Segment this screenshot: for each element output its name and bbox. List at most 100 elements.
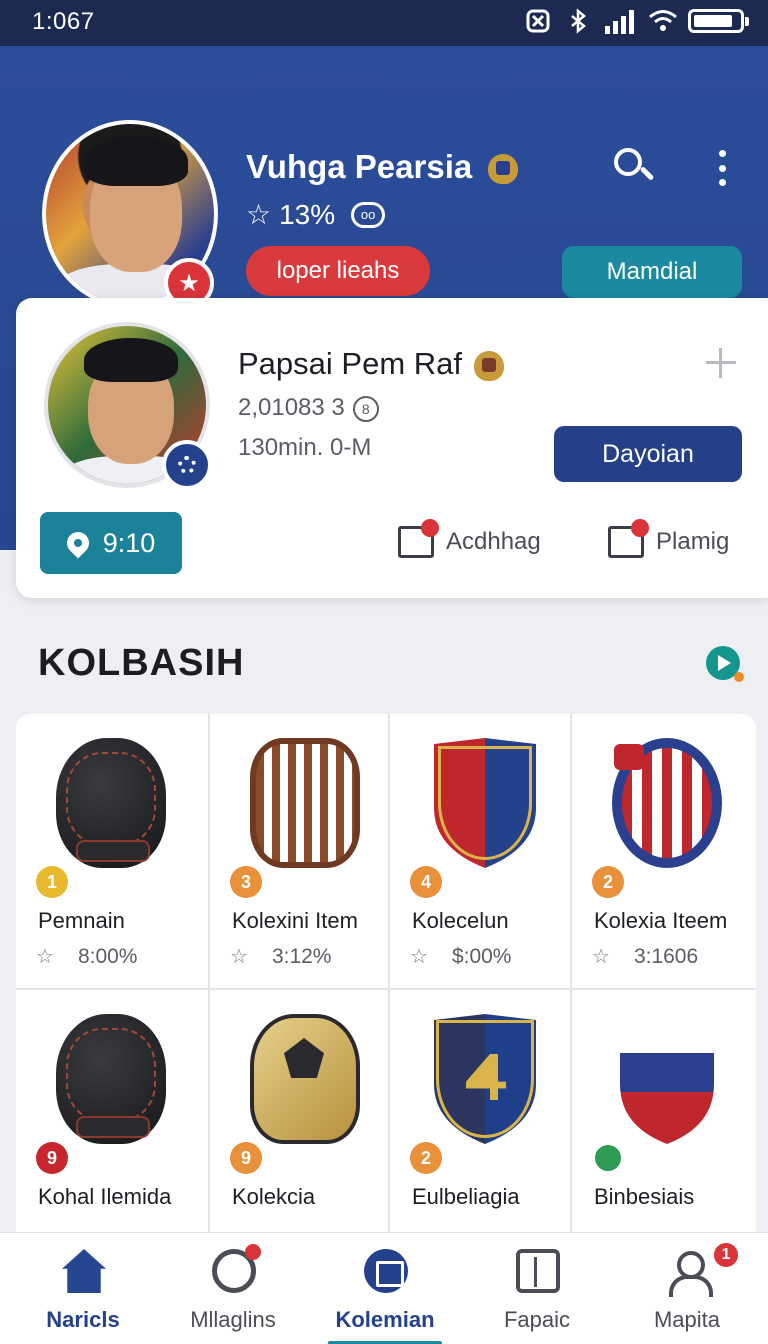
glove-image <box>56 738 166 868</box>
card-stat-primary-value: 2,01083 3 <box>238 394 345 421</box>
action-check[interactable]: Plamig <box>608 519 730 558</box>
add-icon[interactable] <box>706 348 736 378</box>
location-pin-icon <box>62 527 94 559</box>
nav-tab-label: Fapaic <box>503 1307 571 1332</box>
club-crest-icon <box>488 154 519 185</box>
item-stat-value: 3:1606 <box>633 944 699 968</box>
card-stat-primary: 2,01083 3 8 <box>238 394 379 422</box>
header-name-text: Vuhga Pearsia <box>246 148 473 185</box>
header-name: Vuhga Pearsia <box>246 148 519 186</box>
rank-badge: 9 <box>36 1142 68 1174</box>
item-stat: ☆ 3:12% <box>230 944 331 969</box>
item-title: Binbesiais <box>594 1184 695 1209</box>
red-action-button[interactable]: loper lieahs <box>246 246 430 296</box>
collection-item[interactable]: Binbesiais <box>572 990 756 1266</box>
section-title: KOLBASIH <box>38 642 245 684</box>
wifi-icon <box>648 8 677 34</box>
nav-tab-collection[interactable]: Kolemian <box>310 1233 460 1344</box>
nav-tab-box[interactable]: Fapaic <box>462 1233 612 1344</box>
card-name-text: Papsai Pem Raf <box>238 346 462 381</box>
edit-icon <box>398 519 439 558</box>
action-edit[interactable]: Acdhhag <box>398 519 541 558</box>
nav-tab-profile[interactable]: 1 Mapita <box>612 1233 762 1344</box>
collection-item[interactable]: 9 Kolekcia <box>210 990 390 1266</box>
nav-tab-label: Naricls <box>46 1307 120 1332</box>
bluetooth-icon <box>565 8 591 34</box>
location-time-button[interactable]: 9:10 <box>40 512 182 574</box>
rank-badge: 1 <box>36 866 68 898</box>
item-title: Pemnain <box>38 908 125 933</box>
nav-tab-messages[interactable]: Mllaglins <box>158 1233 308 1344</box>
collection-item[interactable]: 1 Pemnain ☆ 8:00% <box>16 714 210 990</box>
item-stat: ☆ $:00% <box>410 944 511 969</box>
check-icon <box>608 519 649 558</box>
collection-item[interactable]: 4 Kolecelun ☆ $:00% <box>390 714 572 990</box>
search-icon[interactable] <box>612 146 655 186</box>
eye-icon: oo <box>351 201 386 228</box>
nav-tab-label: Mapita <box>653 1307 721 1332</box>
shield-crest-image <box>430 738 540 868</box>
item-stat: ☆ 3:1606 <box>592 944 698 969</box>
item-title: Eulbeliagia <box>412 1184 520 1209</box>
glove-image <box>250 1014 360 1144</box>
battery-icon <box>688 9 749 33</box>
profile-card: Papsai Pem Raf 2,01083 3 8 130min. 0-M Da… <box>16 298 768 598</box>
more-options-icon[interactable] <box>716 150 728 186</box>
collection-item[interactable]: 2 Kolexia Iteem ☆ 3:1606 <box>572 714 756 990</box>
status-icons <box>525 8 749 34</box>
glove-image <box>250 738 360 868</box>
rank-badge: 9 <box>230 1142 262 1174</box>
ring-icon <box>212 1244 261 1293</box>
rank-badge <box>592 1142 624 1174</box>
team-badge-icon <box>162 440 212 490</box>
star-outline-icon: ☆ <box>36 946 54 968</box>
notification-badge: 1 <box>712 1241 740 1269</box>
rank-badge: 2 <box>592 866 624 898</box>
roundel-crest-image <box>612 738 722 868</box>
header-rating-value: 13% <box>279 198 336 230</box>
nfc-icon <box>525 8 551 34</box>
item-title: Kohal Ilemida <box>38 1184 172 1209</box>
rank-badge: 3 <box>230 866 262 898</box>
collection-grid: 1 Pemnain ☆ 8:00% 3 Kolexini Item ☆ 3:12% … <box>16 714 756 1274</box>
card-stat-secondary: 130min. 0-M <box>238 434 372 461</box>
play-icon[interactable] <box>706 646 744 682</box>
shield-crest-image <box>430 1014 540 1144</box>
header-rating: ☆ 13% oo <box>246 198 386 231</box>
item-stat-value: 3:12% <box>271 944 332 968</box>
collection-item[interactable]: 9 Kohal Ilemida <box>16 990 210 1266</box>
club-crest-image <box>612 1014 722 1144</box>
location-time-label: 9:10 <box>102 527 156 558</box>
item-stat-value: $:00% <box>451 944 512 968</box>
star-outline-icon: ☆ <box>592 946 610 968</box>
status-bar: 1:067 <box>0 0 768 46</box>
nav-tab-home[interactable]: Naricls <box>8 1233 158 1344</box>
action-check-label: Plamig <box>656 528 730 555</box>
user-icon <box>666 1249 713 1297</box>
star-outline-icon: ☆ <box>410 946 428 968</box>
bottom-navigation: Naricls Mllaglins Kolemian Fapaic 1 Mapi… <box>0 1232 768 1344</box>
star-outline-icon: ☆ <box>230 946 248 968</box>
glove-image <box>56 1014 166 1144</box>
item-title: Kolexia Iteem <box>594 908 728 933</box>
book-icon <box>364 1249 408 1293</box>
item-stat-value: 8:00% <box>77 944 138 968</box>
card-name: Papsai Pem Raf <box>238 346 504 382</box>
item-title: Kolekcia <box>232 1184 316 1209</box>
teal-action-button[interactable]: Mamdial <box>562 246 742 298</box>
item-title: Kolecelun <box>412 908 509 933</box>
box-icon <box>516 1249 560 1293</box>
star-outline-icon: ☆ <box>246 199 272 230</box>
collection-item[interactable]: 3 Kolexini Item ☆ 3:12% <box>210 714 390 990</box>
nav-tab-label: Kolemian <box>335 1307 435 1332</box>
collection-item[interactable]: 2 Eulbeliagia <box>390 990 572 1266</box>
action-edit-label: Acdhhag <box>446 528 541 555</box>
rank-badge: 2 <box>410 1142 442 1174</box>
primary-card-button[interactable]: Dayoian <box>554 426 742 482</box>
rank-badge: 4 <box>410 866 442 898</box>
info-icon: 8 <box>352 395 379 422</box>
home-icon <box>62 1249 106 1293</box>
item-title: Kolexini Item <box>232 908 358 933</box>
club-crest-icon <box>474 350 504 381</box>
item-stat: ☆ 8:00% <box>36 944 137 969</box>
